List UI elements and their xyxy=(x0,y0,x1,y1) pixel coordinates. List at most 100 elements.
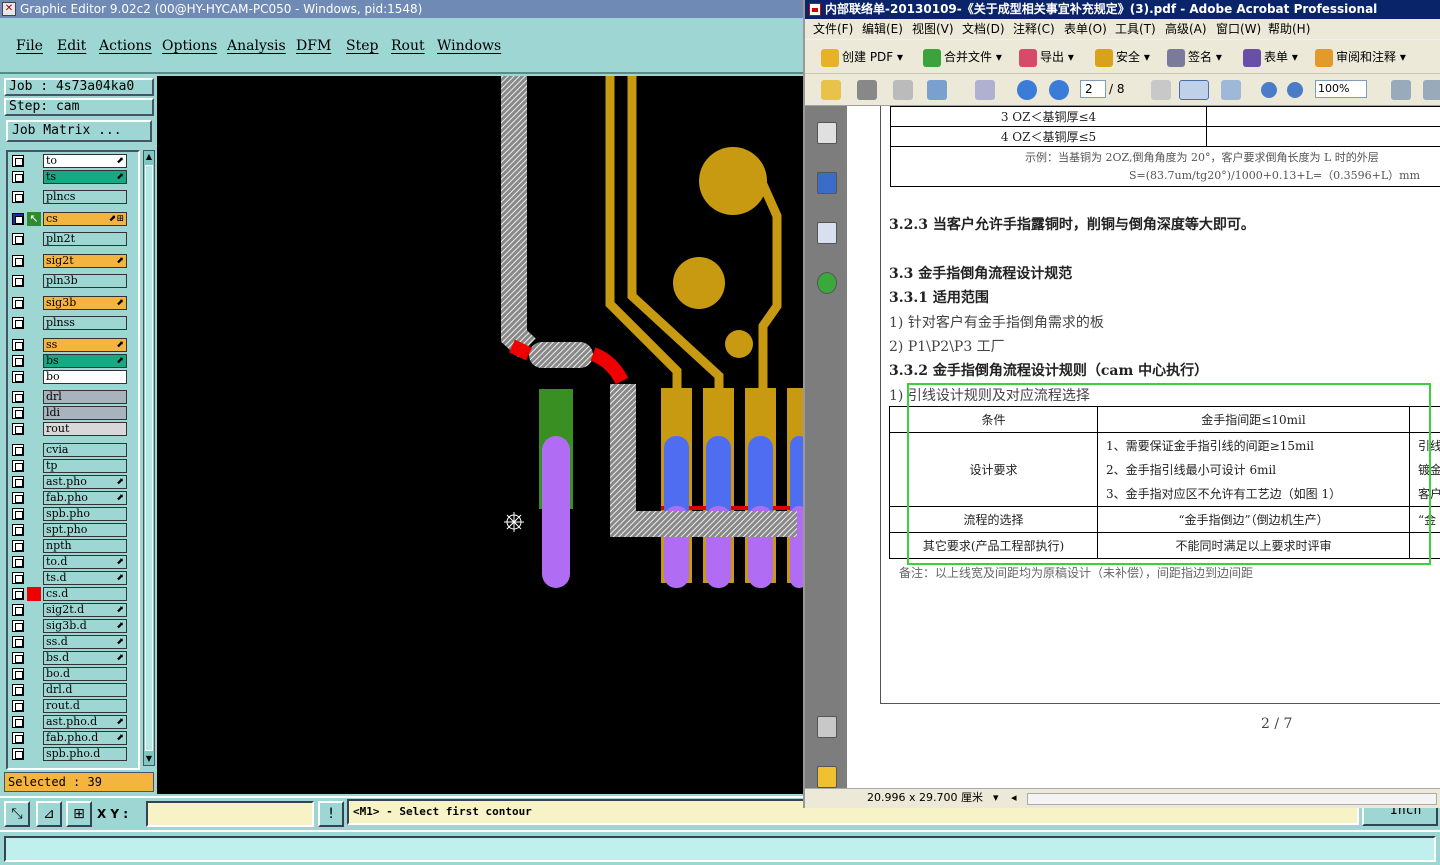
layer-row-rout-d[interactable]: rout.d xyxy=(10,699,128,713)
layer-row-sig2t-d[interactable]: sig2t.d ⬈ xyxy=(10,603,128,617)
layer-checkbox[interactable] xyxy=(12,684,24,696)
layer-checkbox[interactable] xyxy=(12,556,24,568)
layer-row-spb-pho[interactable]: spb.pho xyxy=(10,507,128,521)
acrobat-title-bar[interactable]: 内部联络单-20130109-《关于成型相关事宜补充规定》(3).pdf - A… xyxy=(805,0,1440,19)
scroll-down-icon[interactable]: ▼ xyxy=(144,753,154,765)
layer-checkbox[interactable] xyxy=(12,700,24,712)
select-text-icon[interactable] xyxy=(1151,80,1171,100)
ac-menu-advanced[interactable]: 高级(A) xyxy=(1165,19,1207,39)
layer-checkbox[interactable] xyxy=(12,604,24,616)
layer-row-sig2t[interactable]: sig2t ⬈ xyxy=(10,254,128,268)
layer-checkbox[interactable] xyxy=(12,339,24,351)
save-icon[interactable] xyxy=(893,80,913,100)
open-icon[interactable] xyxy=(821,80,841,100)
layer-row-pln2t[interactable]: pln2t xyxy=(10,232,128,246)
layer-checkbox[interactable] xyxy=(12,524,24,536)
layer-name[interactable]: spt.pho xyxy=(43,523,127,537)
layer-checkbox[interactable] xyxy=(12,371,24,383)
ac-menu-file[interactable]: 文件(F) xyxy=(813,19,853,39)
layer-row-plnss[interactable]: plnss xyxy=(10,316,128,330)
graphics-canvas[interactable] xyxy=(157,76,803,794)
layer-checkbox[interactable] xyxy=(12,355,24,367)
layer-name[interactable]: ss ⬈ xyxy=(43,338,127,352)
scroll-left-icon[interactable]: ◂ xyxy=(1011,789,1017,807)
layer-name[interactable]: fab.pho.d ⬈ xyxy=(43,731,127,745)
layer-row-rout[interactable]: rout xyxy=(10,422,128,436)
layer-row-cs[interactable]: ↖ cs ⬈⊞ xyxy=(10,212,128,226)
layer-checkbox[interactable] xyxy=(12,732,24,744)
fit-width-icon[interactable] xyxy=(1423,80,1440,100)
fit-page-icon[interactable] xyxy=(1391,80,1411,100)
layer-checkbox[interactable] xyxy=(12,297,24,309)
pages-panel-icon[interactable] xyxy=(817,122,837,144)
layer-name[interactable]: sig2t.d ⬈ xyxy=(43,603,127,617)
zoom-in-icon[interactable] xyxy=(1287,82,1303,98)
zoom-fit-icon[interactable]: ⤡ xyxy=(4,801,30,827)
layer-name[interactable]: spb.pho.d xyxy=(43,747,127,761)
layer-name[interactable]: rout.d xyxy=(43,699,127,713)
menu-analysis[interactable]: Analysis xyxy=(227,38,286,54)
hand-tool-icon[interactable] xyxy=(1179,80,1209,100)
menu-dfm[interactable]: DFM xyxy=(296,38,331,54)
layer-name[interactable]: pln3b xyxy=(43,274,127,288)
layer-row-ast-pho-d[interactable]: ast.pho.d ⬈ xyxy=(10,715,128,729)
layer-list-scrollbar[interactable]: ▲ ▼ xyxy=(143,150,155,766)
print-icon[interactable] xyxy=(857,80,877,100)
layer-row-to[interactable]: to ⬈ xyxy=(10,154,128,168)
layer-checkbox[interactable] xyxy=(12,572,24,584)
layer-row-npth[interactable]: npth xyxy=(10,539,128,553)
layer-name[interactable]: to ⬈ xyxy=(43,154,127,168)
menu-options[interactable]: Options xyxy=(162,38,217,54)
layer-row-bo-d[interactable]: bo.d xyxy=(10,667,128,681)
layer-row-to-d[interactable]: to.d ⬈ xyxy=(10,555,128,569)
export-button[interactable]: 导出 ▾ xyxy=(1019,48,1074,68)
sign-button[interactable]: 签名 ▾ xyxy=(1167,48,1222,68)
layer-name[interactable]: fab.pho ⬈ xyxy=(43,491,127,505)
menu-edit[interactable]: Edit xyxy=(57,38,86,54)
layer-checkbox[interactable] xyxy=(12,391,24,403)
layer-checkbox[interactable] xyxy=(12,191,24,203)
layer-checkbox[interactable] xyxy=(12,588,24,600)
layer-name[interactable]: ldi xyxy=(43,406,127,420)
layer-checkbox[interactable] xyxy=(12,508,24,520)
horizontal-scrollbar[interactable] xyxy=(1027,793,1437,805)
zoom-tool-icon[interactable] xyxy=(1221,80,1241,100)
menu-windows[interactable]: Windows xyxy=(437,38,501,54)
layer-name[interactable]: rout xyxy=(43,422,127,436)
layer-name[interactable]: npth xyxy=(43,539,127,553)
pdf-document-view[interactable]: 3 OZ＜基铜厚≤4144 4 OZ＜基铜厚≤517 示例：当基铜为 2OZ,倒… xyxy=(847,106,1440,788)
layer-name[interactable]: plncs xyxy=(43,190,127,204)
layer-name[interactable]: cs.d xyxy=(43,587,127,601)
zoom-level-input[interactable]: 100% xyxy=(1315,80,1367,98)
layer-name[interactable]: sig3b.d ⬈ xyxy=(43,619,127,633)
layer-row-pln3b[interactable]: pln3b xyxy=(10,274,128,288)
previous-page-icon[interactable] xyxy=(1017,80,1037,100)
layer-row-ast-pho[interactable]: ast.pho ⬈ xyxy=(10,475,128,489)
job-matrix-button[interactable]: Job Matrix ... xyxy=(6,120,152,142)
menu-step[interactable]: Step xyxy=(346,38,378,54)
layer-row-tp[interactable]: tp xyxy=(10,459,128,473)
layer-checkbox[interactable] xyxy=(12,476,24,488)
layer-name[interactable]: plnss xyxy=(43,316,127,330)
layer-row-cvia[interactable]: cvia xyxy=(10,443,128,457)
graphic-editor-title-bar[interactable]: ✕ Graphic Editor 9.02c2 (00@HY-HYCAM-PC0… xyxy=(0,0,803,18)
layer-name[interactable]: ast.pho.d ⬈ xyxy=(43,715,127,729)
layer-checkbox[interactable] xyxy=(12,407,24,419)
properties-icon[interactable] xyxy=(975,80,995,100)
layer-name[interactable]: drl xyxy=(43,390,127,404)
layer-name[interactable]: sig2t ⬈ xyxy=(43,254,127,268)
layer-checkbox[interactable] xyxy=(12,636,24,648)
app-close-icon[interactable]: ✕ xyxy=(2,2,16,16)
layer-name[interactable]: cs ⬈⊞ xyxy=(43,212,127,226)
ac-menu-tools[interactable]: 工具(T) xyxy=(1115,19,1156,39)
ac-menu-view[interactable]: 视图(V) xyxy=(912,19,954,39)
layer-checkbox[interactable] xyxy=(12,492,24,504)
comments-panel-icon[interactable] xyxy=(817,766,837,788)
layer-name[interactable]: sig3b ⬈ xyxy=(43,296,127,310)
layer-checkbox[interactable] xyxy=(12,423,24,435)
menu-rout[interactable]: Rout xyxy=(391,38,425,54)
bookmarks-icon[interactable] xyxy=(817,172,837,194)
layer-row-sig3b[interactable]: sig3b ⬈ xyxy=(10,296,128,310)
ac-menu-comments[interactable]: 注释(C) xyxy=(1013,19,1055,39)
layer-row-sig3b-d[interactable]: sig3b.d ⬈ xyxy=(10,619,128,633)
